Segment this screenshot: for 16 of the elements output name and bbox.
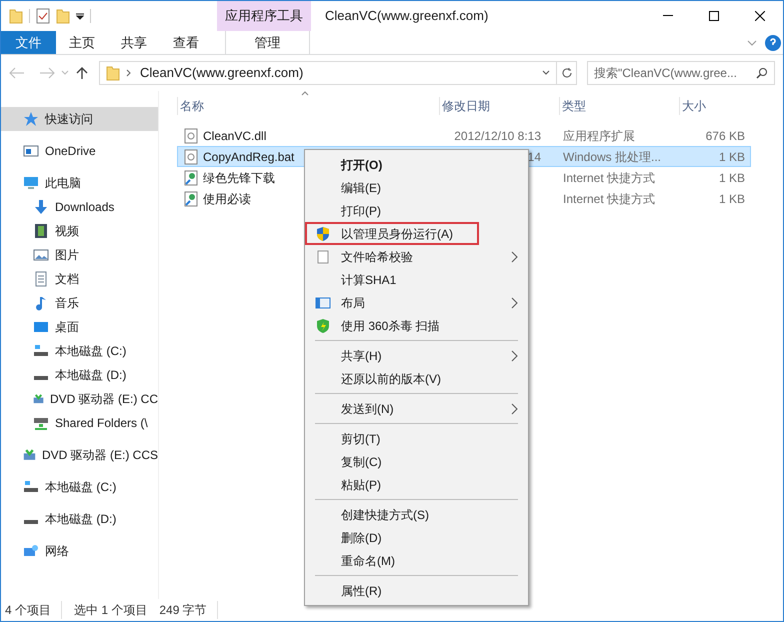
file-size: 1 KB — [718, 170, 745, 186]
context-tab-label: 应用程序工具 — [217, 1, 311, 31]
file-type: Internet 快捷方式 — [563, 170, 656, 184]
modified-date: 2012/12/10 8:13 — [454, 128, 541, 144]
status-item-count: 4 个项目 — [5, 601, 62, 619]
modified-date: 14 — [528, 148, 541, 166]
file-size: 676 KB — [706, 128, 745, 144]
window-title: CleanVC(www.greenxf.com) — [324, 7, 490, 26]
address-path: CleanVC(www.greenxf.com) — [139, 64, 304, 82]
file-type: 应用程序扩展 — [563, 128, 635, 142]
file-size: 1 KB — [718, 190, 745, 208]
status-size: 249 字节 — [159, 601, 218, 619]
file-type: Windows 批处理... — [563, 150, 662, 164]
file-size: 1 KB — [718, 148, 745, 166]
file-type: Internet 快捷方式 — [563, 192, 656, 206]
status-selection: 选中 1 个项目 — [74, 602, 148, 619]
